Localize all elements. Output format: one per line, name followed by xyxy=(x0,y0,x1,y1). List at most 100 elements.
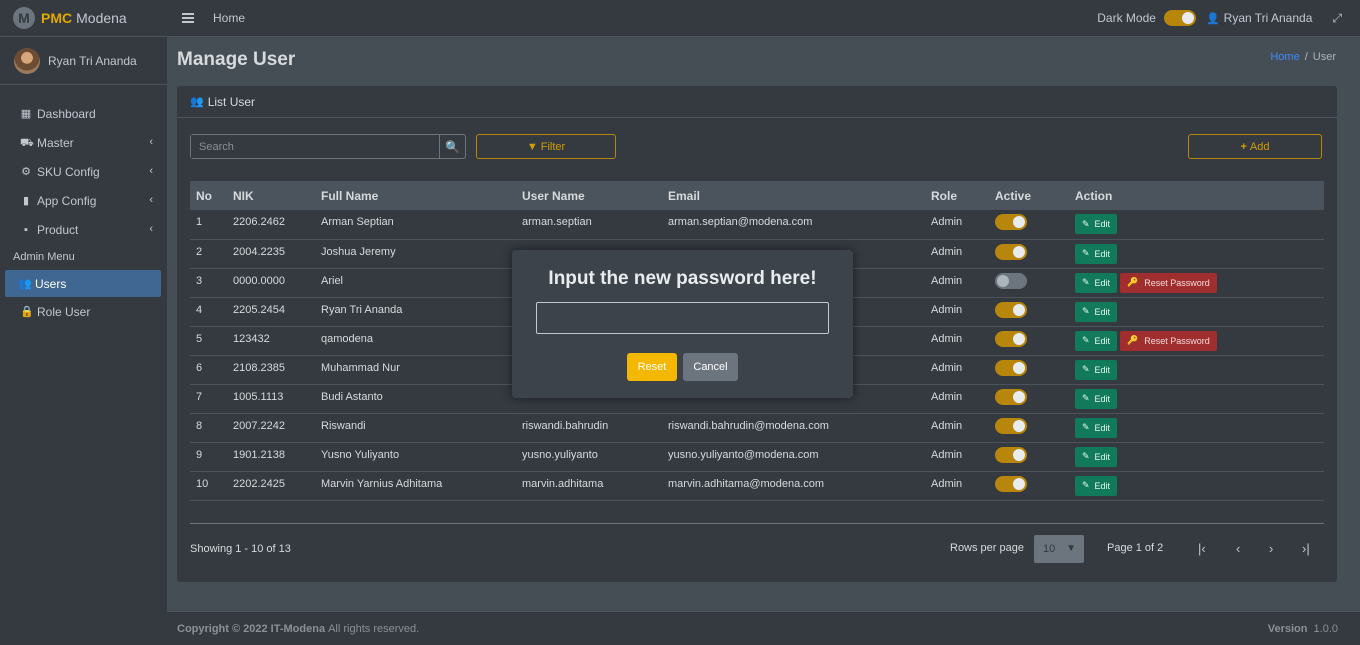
edit-button[interactable]: ✎ Edit xyxy=(1075,272,1118,293)
last-page-icon[interactable]: ›| xyxy=(1302,541,1310,556)
cell-full-name: Budi Astanto xyxy=(321,390,383,403)
next-page-icon[interactable]: › xyxy=(1269,541,1273,556)
rows-per-page-label: Rows per page xyxy=(950,542,1024,554)
sidebar-item-master[interactable]: ⛟ Master ‹ xyxy=(0,128,167,157)
edit-button[interactable]: ✎ Edit xyxy=(1075,214,1118,234)
brand-short: PMC xyxy=(41,10,73,26)
edit-button[interactable]: ✎ Edit xyxy=(1075,475,1118,496)
nav-home-link[interactable]: Home xyxy=(213,11,245,25)
sidebar-item-sku-config[interactable]: ⚙ SKU Config ‹ xyxy=(0,157,167,186)
first-page-icon[interactable]: |‹ xyxy=(1198,541,1206,556)
table-row: 8 2007.2242 Riswandi riswandi.bahrudin riswa… xyxy=(190,413,1324,442)
cell-role: Admin xyxy=(931,448,963,461)
edit-icon: ✎ xyxy=(1082,480,1090,490)
cell-full-name: Joshua Jeremy xyxy=(321,245,396,258)
column-header[interactable]: Full Name xyxy=(315,181,516,210)
column-header[interactable]: Active xyxy=(989,181,1069,210)
filter-button[interactable]: ▼ Filter xyxy=(476,134,616,159)
cell-action: ✎ Edit xyxy=(1069,384,1324,413)
edit-button[interactable]: ✎ Edit xyxy=(1075,301,1118,322)
cell-username: yusno.yuliyanto xyxy=(522,448,598,461)
table-row: 10 2202.2425 Marvin Yarnius Adhitama marvin… xyxy=(190,471,1324,500)
rows-per-page-value: 10 xyxy=(1043,543,1056,555)
prev-page-icon[interactable]: ‹ xyxy=(1236,541,1240,556)
edit-button[interactable]: ✎ Edit xyxy=(1075,330,1118,351)
sidebar-item-app-config[interactable]: ▮ App Config ‹ xyxy=(0,186,167,215)
version-label: Version xyxy=(1267,622,1308,635)
cell-role: Admin xyxy=(931,361,963,374)
edit-label: Edit xyxy=(1094,393,1111,404)
edit-label: Edit xyxy=(1094,451,1111,462)
sidebar-item-product[interactable]: ▪ Product ‹ xyxy=(0,215,167,244)
edit-label: Edit xyxy=(1094,248,1111,259)
cell-role: Admin xyxy=(931,303,963,316)
new-password-input[interactable] xyxy=(536,302,829,334)
navbar-user-name: Ryan Tri Ananda xyxy=(1223,11,1313,25)
rows-per-page-select[interactable]: 10 ▼ xyxy=(1034,535,1084,563)
edit-icon: ✎ xyxy=(1082,364,1090,374)
edit-label: Edit xyxy=(1094,335,1111,346)
cell-nik: 2202.2425 xyxy=(233,477,285,490)
column-header[interactable]: Email xyxy=(662,181,925,210)
version-value: 1.0.0 xyxy=(1313,622,1338,635)
active-toggle[interactable] xyxy=(995,388,1027,405)
cell-role: Admin xyxy=(931,245,963,258)
search-icon: 🔍 xyxy=(445,139,460,154)
active-toggle[interactable] xyxy=(995,214,1027,230)
users-icon: 👥 xyxy=(18,277,32,290)
search-button[interactable]: 🔍 xyxy=(439,135,465,158)
active-toggle[interactable] xyxy=(995,475,1027,492)
active-toggle[interactable] xyxy=(995,301,1027,318)
brand-logo-icon: M xyxy=(13,7,35,29)
reset-password-button[interactable]: 🔑 Reset Password xyxy=(1120,330,1217,351)
edit-button[interactable]: ✎ Edit xyxy=(1075,446,1118,467)
column-header[interactable]: NIK xyxy=(227,181,315,210)
user-panel-name: Ryan Tri Ananda xyxy=(48,53,137,68)
cell-role: Admin xyxy=(931,274,963,287)
cell-active xyxy=(989,268,1069,297)
breadcrumb-home[interactable]: Home xyxy=(1270,51,1299,63)
sidebar-item-label: App Config xyxy=(37,193,97,208)
breadcrumb-separator: / xyxy=(1304,51,1308,63)
user-panel[interactable]: Ryan Tri Ananda xyxy=(0,37,167,85)
breadcrumb-current: User xyxy=(1312,51,1336,63)
sidebar-item-users[interactable]: 👥 Users xyxy=(5,270,161,297)
active-toggle[interactable] xyxy=(995,417,1027,434)
chevron-left-icon: ‹ xyxy=(149,194,153,206)
active-toggle[interactable] xyxy=(995,243,1027,260)
active-toggle[interactable] xyxy=(995,359,1027,376)
active-toggle[interactable] xyxy=(995,272,1027,289)
edit-button[interactable]: ✎ Edit xyxy=(1075,243,1118,264)
modal-reset-button[interactable]: Reset xyxy=(627,353,677,381)
sidebar-item-label: Dashboard xyxy=(37,106,96,121)
search-input[interactable] xyxy=(191,135,439,158)
sidebar-item-role-user[interactable]: 🔒 Role User xyxy=(0,297,167,326)
column-header[interactable]: User Name xyxy=(516,181,662,210)
add-button[interactable]: + Add xyxy=(1188,134,1322,159)
edit-button[interactable]: ✎ Edit xyxy=(1075,388,1118,409)
navbar-user-menu[interactable]: 👤 Ryan Tri Ananda xyxy=(1206,11,1312,25)
modal-cancel-button[interactable]: Cancel xyxy=(683,353,738,381)
menu-toggle-icon[interactable] xyxy=(182,11,194,25)
column-header[interactable]: Role xyxy=(925,181,989,210)
cell-email: marvin.adhitama@modena.com xyxy=(668,477,825,490)
edit-button[interactable]: ✎ Edit xyxy=(1075,359,1118,380)
column-header[interactable]: No xyxy=(190,181,227,210)
edit-label: Edit xyxy=(1094,306,1111,317)
dark-mode-toggle[interactable] xyxy=(1163,10,1196,26)
brand-link[interactable]: M PMC Modena xyxy=(0,0,167,37)
edit-button[interactable]: ✎ Edit xyxy=(1075,417,1118,438)
cell-nik: 2108.2385 xyxy=(233,361,285,374)
version-info: Version 1.0.0 xyxy=(1268,623,1338,635)
chevron-down-icon: ▼ xyxy=(1066,543,1076,554)
active-toggle[interactable] xyxy=(995,330,1027,347)
fullscreen-icon[interactable]: ⤢ xyxy=(1332,11,1342,26)
reset-password-button[interactable]: 🔑 Reset Password xyxy=(1120,272,1217,293)
edit-icon: ✎ xyxy=(1082,277,1090,287)
sidebar-item-dashboard[interactable]: ▦ Dashboard xyxy=(0,99,167,128)
cell-username: riswandi.bahrudin xyxy=(522,419,609,432)
active-toggle[interactable] xyxy=(995,446,1027,463)
cell-nik: 2007.2242 xyxy=(233,419,285,432)
cell-action: ✎ Edit xyxy=(1069,210,1324,239)
plus-icon: + xyxy=(1240,140,1247,153)
